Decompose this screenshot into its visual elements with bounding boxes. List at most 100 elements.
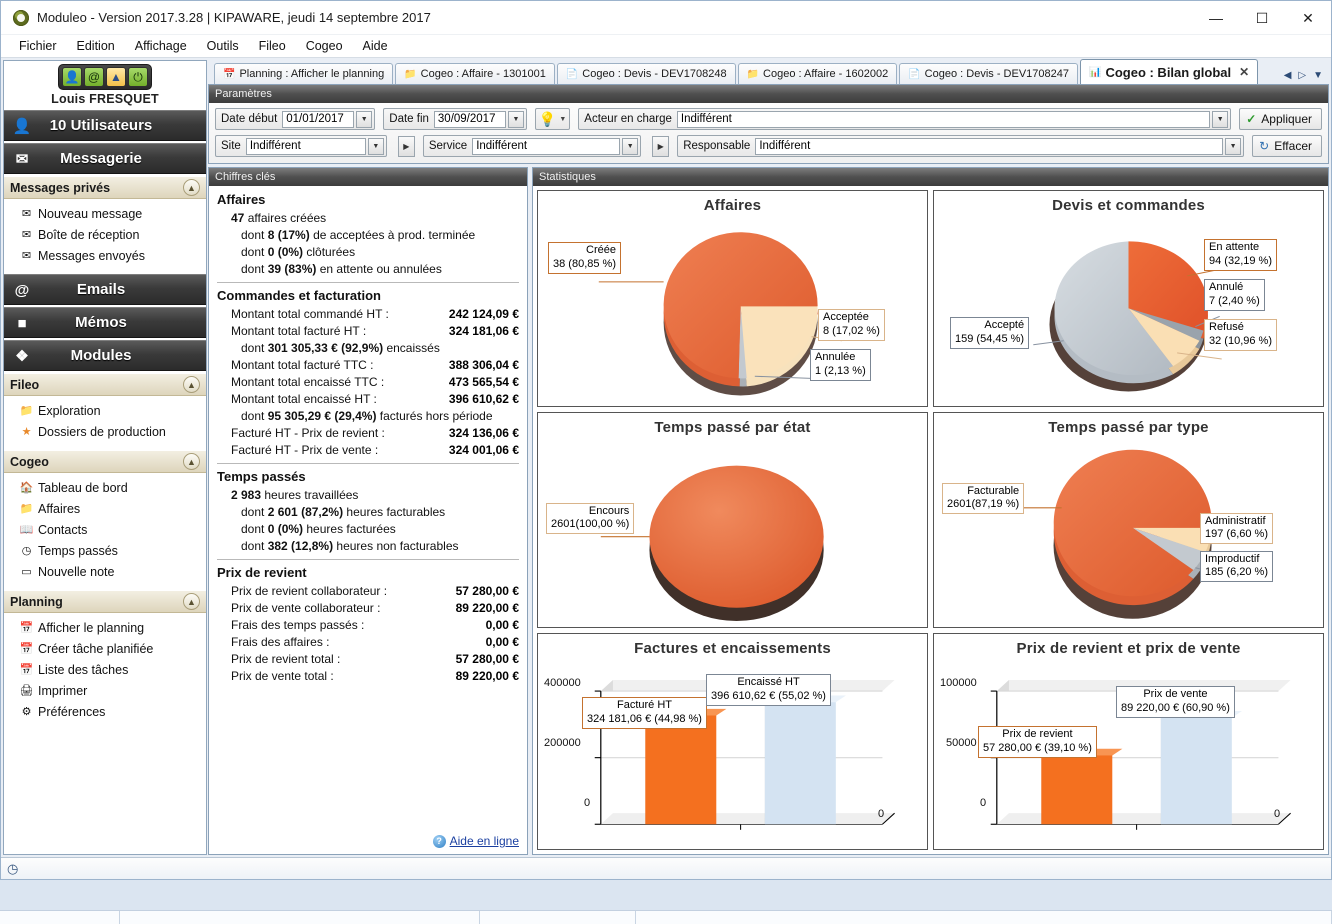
taskbar-cell-1[interactable] [0,911,120,924]
x-axis-label: 0 [878,808,885,821]
tab-cogeo-affaire-1602002[interactable]: 📁 Cogeo : Affaire - 1602002 [737,63,898,84]
kf-text: encaissés [383,340,440,355]
tab-list-icon[interactable]: ▼ [1313,70,1323,81]
site-go-button[interactable]: ▶ [397,135,415,157]
at-icon[interactable]: @ [84,67,104,87]
group-header-messages-prives[interactable]: Messages privés ▲ [4,176,206,199]
sidebar-item-dossiers-de-production[interactable]: ★ Dossiers de production [4,421,206,442]
chevron-down-icon[interactable]: ▼ [507,110,524,128]
tab-planning-afficher-le-planning[interactable]: 📅 Planning : Afficher le planning [214,63,394,84]
callout-label: Prix de revient [1002,728,1073,741]
chevron-down-icon[interactable]: ▼ [356,110,373,128]
acteur-en-charge-field[interactable]: Acteur en charge ▼ [578,108,1232,130]
taskbar-cell-4[interactable] [636,911,1332,924]
parameters-panel: Paramètres Date début ▼ Date fin ▼ [208,84,1329,164]
kf-text: Montant total facturé HT : [231,323,367,338]
chevron-down-icon[interactable]: ▼ [1225,137,1242,155]
taskbar-cell-3[interactable] [480,911,636,924]
sidebar-item-liste-des-taches[interactable]: 📅 Liste des tâches [4,659,206,680]
menu-fichier[interactable]: Fichier [9,36,67,56]
sidebar-item-exploration[interactable]: 📁 Exploration [4,400,206,421]
sidebar-item-imprimer[interactable]: 🖨 Imprimer [4,680,206,701]
service-input[interactable] [472,137,621,155]
chevron-down-icon[interactable]: ▼ [1212,110,1229,128]
help-link-label[interactable]: Aide en ligne [450,834,519,848]
sidebar-bar-messagerie[interactable]: ✉ Messagerie [4,143,206,174]
tab-cogeo-bilan-global[interactable]: 📊 Cogeo : Bilan global ✕ [1079,59,1259,84]
date-debut-field[interactable]: Date début ▼ [215,108,376,130]
inbox-icon: ✉ [21,229,32,241]
service-field[interactable]: Service ▼ [422,135,642,157]
calendar-add-icon: 📅 [19,643,34,655]
group-header-cogeo[interactable]: Cogeo ▲ [4,450,206,473]
sidebar-item-boite-de-reception[interactable]: ✉ Boîte de réception [4,224,206,245]
sidebar-item-preferences[interactable]: ⚙ Préférences [4,701,206,722]
chevron-up-icon[interactable]: ▲ [183,453,200,470]
acteur-input[interactable] [676,110,1211,128]
sidebar-item-creer-tache-planifiee[interactable]: 📅 Créer tâche planifiée [4,638,206,659]
pie-callout-annule: Annulé 7 (2,40 %) [1204,279,1265,311]
preset-bulb-button[interactable]: 💡 ▼ [534,108,571,130]
chevron-up-icon[interactable]: ▲ [183,376,200,393]
sidebar-bar-modules[interactable]: ❖ Modules [4,340,206,371]
site-input[interactable] [245,137,366,155]
apply-button[interactable]: ✓ Appliquer [1239,108,1322,130]
tab-cogeo-devis-dev1708247[interactable]: 📄 Cogeo : Devis - DEV1708247 [899,63,1078,84]
group-header-planning[interactable]: Planning ▲ [4,590,206,613]
star-icon: ★ [21,426,32,438]
sidebar-item-nouveau-message[interactable]: ✉ Nouveau message [4,203,206,224]
chevron-down-icon[interactable]: ▼ [367,137,384,155]
sidebar-item-affaires[interactable]: 📁 Affaires [4,498,206,519]
sidebar-bar-utilisateurs[interactable]: 👤 10 Utilisateurs [4,110,206,141]
sidebar-bar-emails[interactable]: @ Emails [4,274,206,305]
help-link-row[interactable]: ? Aide en ligne [217,828,519,848]
chart-title: Temps passé par état [654,418,811,436]
close-button[interactable]: ✕ [1285,1,1331,35]
chart-affaires: Affaires Créée 38 (80,85 %) Acceptée 8 (… [537,190,928,407]
users-icon: 👤 [12,118,32,135]
tab-prev-icon[interactable]: ◀ [1284,70,1292,81]
chevron-down-icon[interactable]: ▼ [622,137,639,155]
responsable-input[interactable] [755,137,1224,155]
menu-aide[interactable]: Aide [353,36,398,56]
group-body-messages-prives: ✉ Nouveau message ✉ Boîte de réception ✉… [4,199,206,274]
sidebar-bar-memos[interactable]: ■ Mémos [4,307,206,338]
pie-callout-en-attente: En attente 94 (32,19 %) [1204,239,1277,271]
menu-outils[interactable]: Outils [197,36,249,56]
date-debut-input[interactable] [282,110,355,128]
sidebar-item-afficher-le-planning[interactable]: 📅 Afficher le planning [4,617,206,638]
service-go-button[interactable]: ▶ [652,135,670,157]
sidebar-item-contacts[interactable]: 📖 Contacts [4,519,206,540]
menu-fileo[interactable]: Fileo [249,36,296,56]
tab-label: Cogeo : Devis - DEV1708248 [582,68,727,80]
power-icon[interactable]: ⏻ [128,67,148,87]
tab-cogeo-affaire-1301001[interactable]: 📁 Cogeo : Affaire - 1301001 [395,63,555,84]
user-icon[interactable]: 👤 [62,67,82,87]
sidebar-item-messages-envoyes[interactable]: ✉ Messages envoyés [4,245,206,266]
clear-button[interactable]: ↻ Effacer [1252,135,1322,157]
tab-next-icon[interactable]: ▷ [1298,70,1306,81]
sidebar-item-tableau-de-bord[interactable]: 🏠 Tableau de bord [4,477,206,498]
menu-edition[interactable]: Edition [67,36,125,56]
map-icon[interactable]: ▲ [106,67,126,87]
tab-cogeo-devis-dev1708248[interactable]: 📄 Cogeo : Devis - DEV1708248 [556,63,736,84]
chevron-up-icon[interactable]: ▲ [183,593,200,610]
menu-affichage[interactable]: Affichage [125,36,197,56]
menu-cogeo[interactable]: Cogeo [296,36,353,56]
date-fin-field[interactable]: Date fin ▼ [383,108,527,130]
chevron-down-icon[interactable]: ▼ [559,116,566,123]
maximize-button[interactable]: ☐ [1239,1,1285,35]
site-field[interactable]: Site ▼ [215,135,387,157]
taskbar-cell-2[interactable] [120,911,480,924]
tab-close-icon[interactable]: ✕ [1239,65,1249,79]
sidebar-item-temps-passes[interactable]: ◷ Temps passés [4,540,206,561]
sidebar-item-nouvelle-note[interactable]: ▭ Nouvelle note [4,561,206,582]
section-title-temps-passes: Temps passés [217,469,306,484]
date-fin-input[interactable] [433,110,506,128]
envelope-icon: ✉ [15,151,29,168]
chevron-up-icon[interactable]: ▲ [183,179,200,196]
minimize-button[interactable]: — [1193,1,1239,35]
responsable-field[interactable]: Responsable ▼ [677,135,1245,157]
group-header-fileo[interactable]: Fileo ▲ [4,373,206,396]
taskbar-strip [0,910,1332,924]
